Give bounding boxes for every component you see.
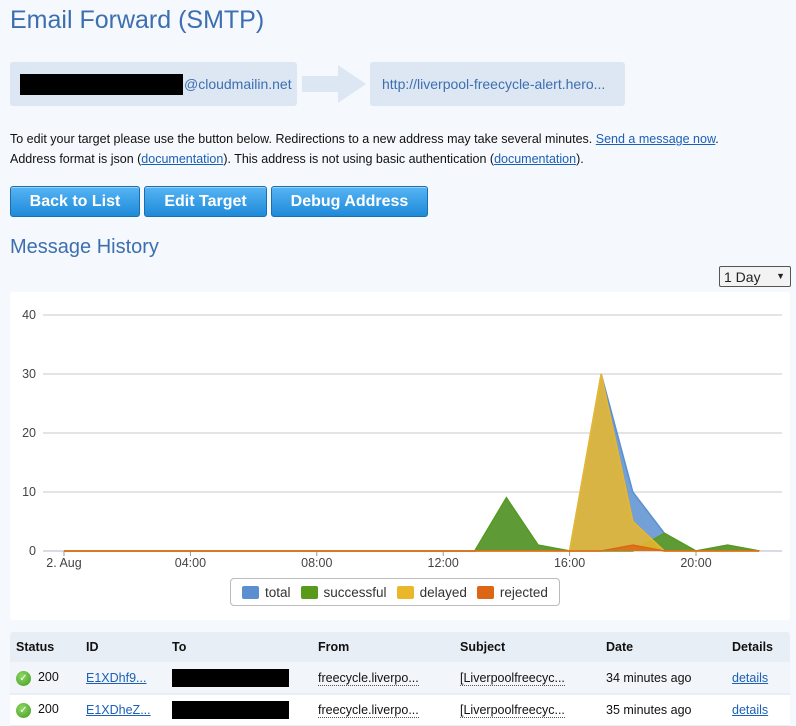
message-id-link[interactable]: E1XDheZ... (86, 703, 151, 717)
chevron-down-icon: ▼ (776, 271, 785, 281)
details-link[interactable]: details (732, 671, 768, 685)
x-tick-label: 08:00 (301, 556, 332, 570)
success-check-icon: ✓ (16, 670, 31, 686)
y-tick-label: 40 (22, 308, 36, 322)
help-text: To edit your target please use the butto… (10, 132, 719, 166)
chart-legend: total successful delayed rejected (230, 578, 560, 606)
message-table: Status ID To From Subject Date Details ✓… (10, 632, 790, 726)
message-id-link[interactable]: E1XDhf9... (86, 671, 146, 685)
date-value: 35 minutes ago (606, 703, 692, 717)
subject-value: [Liverpoolfreecyc... (460, 703, 565, 718)
y-tick-label: 10 (22, 485, 36, 499)
status-cell: ✓ 200 (10, 662, 80, 694)
col-date: Date (606, 640, 634, 654)
redacted-recipient (172, 701, 289, 719)
send-message-link[interactable]: Send a message now (596, 132, 716, 146)
source-address-domain: @cloudmailin.net (184, 76, 292, 92)
y-tick-label: 0 (29, 544, 36, 558)
debug-address-button[interactable]: Debug Address (271, 186, 428, 217)
arrow-right-icon (302, 65, 366, 103)
from-value: freecycle.liverpo... (318, 670, 419, 686)
series-area-total (64, 374, 760, 551)
time-range-select[interactable]: 1 Day ▼ (719, 266, 791, 287)
col-id: ID (86, 640, 99, 654)
chart-panel: 0 10 20 30 40 2. Aug 04:00 08:00 12:00 16:00 20:00 (10, 292, 790, 620)
time-range-value: 1 Day (724, 268, 761, 285)
x-tick-label: 2. Aug (46, 556, 81, 570)
redacted-recipient (172, 668, 289, 687)
y-tick-label: 20 (22, 426, 36, 440)
page-title: Email Forward (SMTP) (10, 6, 265, 34)
x-tick-label: 12:00 (428, 556, 459, 570)
success-check-icon: ✓ (16, 703, 31, 718)
legend-total[interactable]: total (242, 585, 291, 600)
x-tick-label: 04:00 (175, 556, 206, 570)
subject-value: [Liverpoolfreecyc... (460, 670, 565, 686)
source-address: @cloudmailin.net (10, 62, 297, 106)
table-header-row: Status ID To From Subject Date Details (10, 632, 790, 662)
target-address: http://liverpool-freecycle-alert.hero... (370, 62, 625, 106)
x-tick-label: 16:00 (554, 556, 585, 570)
message-history-chart: 0 10 20 30 40 2. Aug 04:00 08:00 12:00 16:00 20:00 (22, 308, 782, 570)
auth-documentation-link[interactable]: documentation (494, 152, 576, 166)
y-tick-label: 30 (22, 367, 36, 381)
x-tick-label: 20:00 (680, 556, 711, 570)
table-row[interactable]: ✓ 200 E1XDheZ... freecycle.liverpo... [L… (10, 694, 790, 726)
back-to-list-button[interactable]: Back to List (10, 186, 140, 217)
col-from: From (318, 640, 350, 654)
table-row[interactable]: ✓ 200 E1XDhf9... freecycle.liverpo... [L… (10, 662, 790, 694)
legend-delayed[interactable]: delayed (396, 585, 467, 600)
col-status: Status (16, 640, 55, 654)
date-value: 34 minutes ago (606, 670, 692, 685)
col-details: Details (732, 640, 773, 654)
redacted-address-prefix (20, 73, 183, 95)
legend-successful[interactable]: successful (300, 585, 387, 600)
format-documentation-link[interactable]: documentation (141, 152, 223, 166)
message-history-title: Message History (10, 236, 159, 258)
from-value: freecycle.liverpo... (318, 703, 419, 718)
legend-rejected[interactable]: rejected (476, 585, 548, 600)
col-to: To (172, 640, 187, 654)
status-cell: ✓ 200 (10, 694, 80, 726)
col-subject: Subject (460, 640, 506, 654)
details-link[interactable]: details (732, 703, 768, 717)
edit-target-button[interactable]: Edit Target (144, 186, 267, 217)
